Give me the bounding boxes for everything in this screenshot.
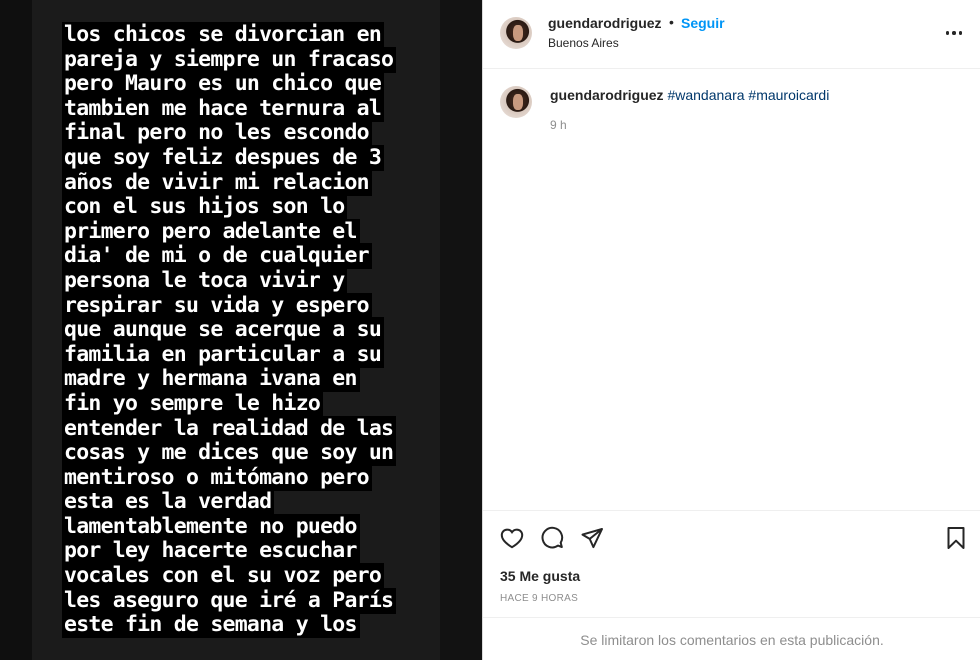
story-text-line-content: que soy feliz despues de 3 bbox=[62, 144, 385, 171]
comments-disabled-notice: Se limitaron los comentarios en esta pub… bbox=[483, 617, 980, 660]
story-text-line: pareja y siempre un fracaso bbox=[62, 46, 442, 73]
bookmark-icon[interactable] bbox=[944, 526, 968, 550]
story-text-line-content: mentiroso o mitómano pero bbox=[62, 464, 372, 491]
comment-icon[interactable] bbox=[540, 526, 564, 550]
caption-avatar[interactable] bbox=[500, 86, 532, 118]
likes-count[interactable]: 35 Me gusta bbox=[500, 568, 580, 584]
image-left-edge bbox=[0, 0, 32, 660]
story-text-line: que aunque se acerque a su bbox=[62, 317, 442, 344]
caption-time[interactable]: 9 h bbox=[550, 118, 567, 132]
story-text-line: tambien me hace ternura al bbox=[62, 95, 442, 122]
story-text-line-content: por ley hacerte escuchar bbox=[62, 538, 360, 565]
story-text-line-content: entender la realidad de las bbox=[62, 415, 397, 442]
story-text-line: cosas y me dices que soy un bbox=[62, 440, 442, 467]
story-text-line-content: dia' de mi o de cualquier bbox=[62, 243, 372, 270]
story-text-line-content: vocales con el su voz pero bbox=[62, 563, 385, 590]
story-text-line: lamentablemente no puedo bbox=[62, 513, 442, 540]
story-text-line: por ley hacerte escuchar bbox=[62, 538, 442, 565]
story-text-line: fin yo sempre le hizo bbox=[62, 390, 442, 417]
story-text-line: final pero no les escondo bbox=[62, 120, 442, 147]
story-text-line: con el sus hijos son lo bbox=[62, 194, 442, 221]
story-text-line-content: que aunque se acerque a su bbox=[62, 317, 385, 344]
story-text-line: vocales con el su voz pero bbox=[62, 563, 442, 590]
hashtag-link[interactable]: #wandanara bbox=[667, 87, 744, 103]
follow-button[interactable]: Seguir bbox=[681, 15, 725, 31]
story-text-line-content: les aseguro que iré a París bbox=[62, 587, 397, 614]
story-image: los chicos se divorcian en pareja y siemp… bbox=[0, 0, 482, 660]
story-text-line: primero pero adelante el bbox=[62, 218, 442, 245]
story-text-line-content: primero pero adelante el bbox=[62, 218, 360, 245]
story-text-line-content: fin yo sempre le hizo bbox=[62, 390, 324, 417]
story-text-line-content: los chicos se divorcian en bbox=[62, 22, 385, 48]
post-timestamp[interactable]: HACE 9 HORAS bbox=[500, 593, 578, 604]
story-text-line-content: cosas y me dices que soy un bbox=[62, 440, 397, 467]
story-text-line-content: lamentablemente no puedo bbox=[62, 513, 360, 540]
hashtag-link[interactable]: #mauroicardi bbox=[748, 87, 829, 103]
story-text-line: persona le toca vivir y bbox=[62, 267, 442, 294]
header-username[interactable]: guendarodriguez bbox=[548, 15, 662, 31]
story-text-line: entender la realidad de las bbox=[62, 415, 442, 442]
more-options-icon[interactable] bbox=[939, 22, 969, 44]
story-text: los chicos se divorcian en pareja y siemp… bbox=[62, 22, 442, 639]
avatar[interactable] bbox=[500, 17, 532, 49]
separator-dot: • bbox=[669, 14, 674, 30]
story-text-line: respirar su vida y espero bbox=[62, 292, 442, 319]
story-text-line: dia' de mi o de cualquier bbox=[62, 243, 442, 270]
post-panel: guendarodriguez • Seguir Buenos Aires gu… bbox=[482, 0, 980, 660]
heart-icon[interactable] bbox=[500, 526, 524, 550]
action-bar: 35 Me gusta HACE 9 HORAS Se limitaron lo… bbox=[483, 510, 980, 660]
story-text-line-content: madre y hermana ivana en bbox=[62, 366, 360, 393]
story-text-line-content: familia en particular a su bbox=[62, 341, 385, 368]
story-text-line-content: con el sus hijos son lo bbox=[62, 194, 348, 221]
caption: guendarodriguez #wandanara #mauroicardi … bbox=[483, 70, 980, 510]
caption-username[interactable]: guendarodriguez bbox=[550, 87, 664, 103]
story-text-line-content: final pero no les escondo bbox=[62, 120, 372, 147]
image-right-edge bbox=[440, 0, 482, 660]
story-text-line-content: pero Mauro es un chico que bbox=[62, 71, 385, 98]
story-text-line-content: años de vivir mi relacion bbox=[62, 169, 372, 196]
story-text-line: mentiroso o mitómano pero bbox=[62, 464, 442, 491]
story-text-line: pero Mauro es un chico que bbox=[62, 71, 442, 98]
story-text-line: que soy feliz despues de 3 bbox=[62, 144, 442, 171]
story-text-line-content: persona le toca vivir y bbox=[62, 267, 348, 294]
story-text-line: años de vivir mi relacion bbox=[62, 169, 442, 196]
location-link[interactable]: Buenos Aires bbox=[548, 36, 619, 50]
story-text-line: familia en particular a su bbox=[62, 341, 442, 368]
story-text-line: madre y hermana ivana en bbox=[62, 366, 442, 393]
story-text-line: los chicos se divorcian en bbox=[62, 22, 442, 48]
story-text-line-content: tambien me hace ternura al bbox=[62, 95, 385, 122]
story-text-line-content: respirar su vida y espero bbox=[62, 292, 372, 319]
share-icon[interactable] bbox=[580, 526, 604, 550]
story-text-line: esta es la verdad bbox=[62, 489, 442, 516]
story-text-line: este fin de semana y los bbox=[62, 612, 442, 639]
story-text-line-content: esta es la verdad bbox=[62, 489, 275, 516]
caption-text: guendarodriguez #wandanara #mauroicardi bbox=[550, 87, 829, 103]
story-text-line-content: este fin de semana y los bbox=[62, 612, 360, 639]
story-text-line-content: pareja y siempre un fracaso bbox=[62, 46, 397, 73]
story-text-line: les aseguro que iré a París bbox=[62, 587, 442, 614]
post-header: guendarodriguez • Seguir Buenos Aires bbox=[483, 0, 980, 69]
